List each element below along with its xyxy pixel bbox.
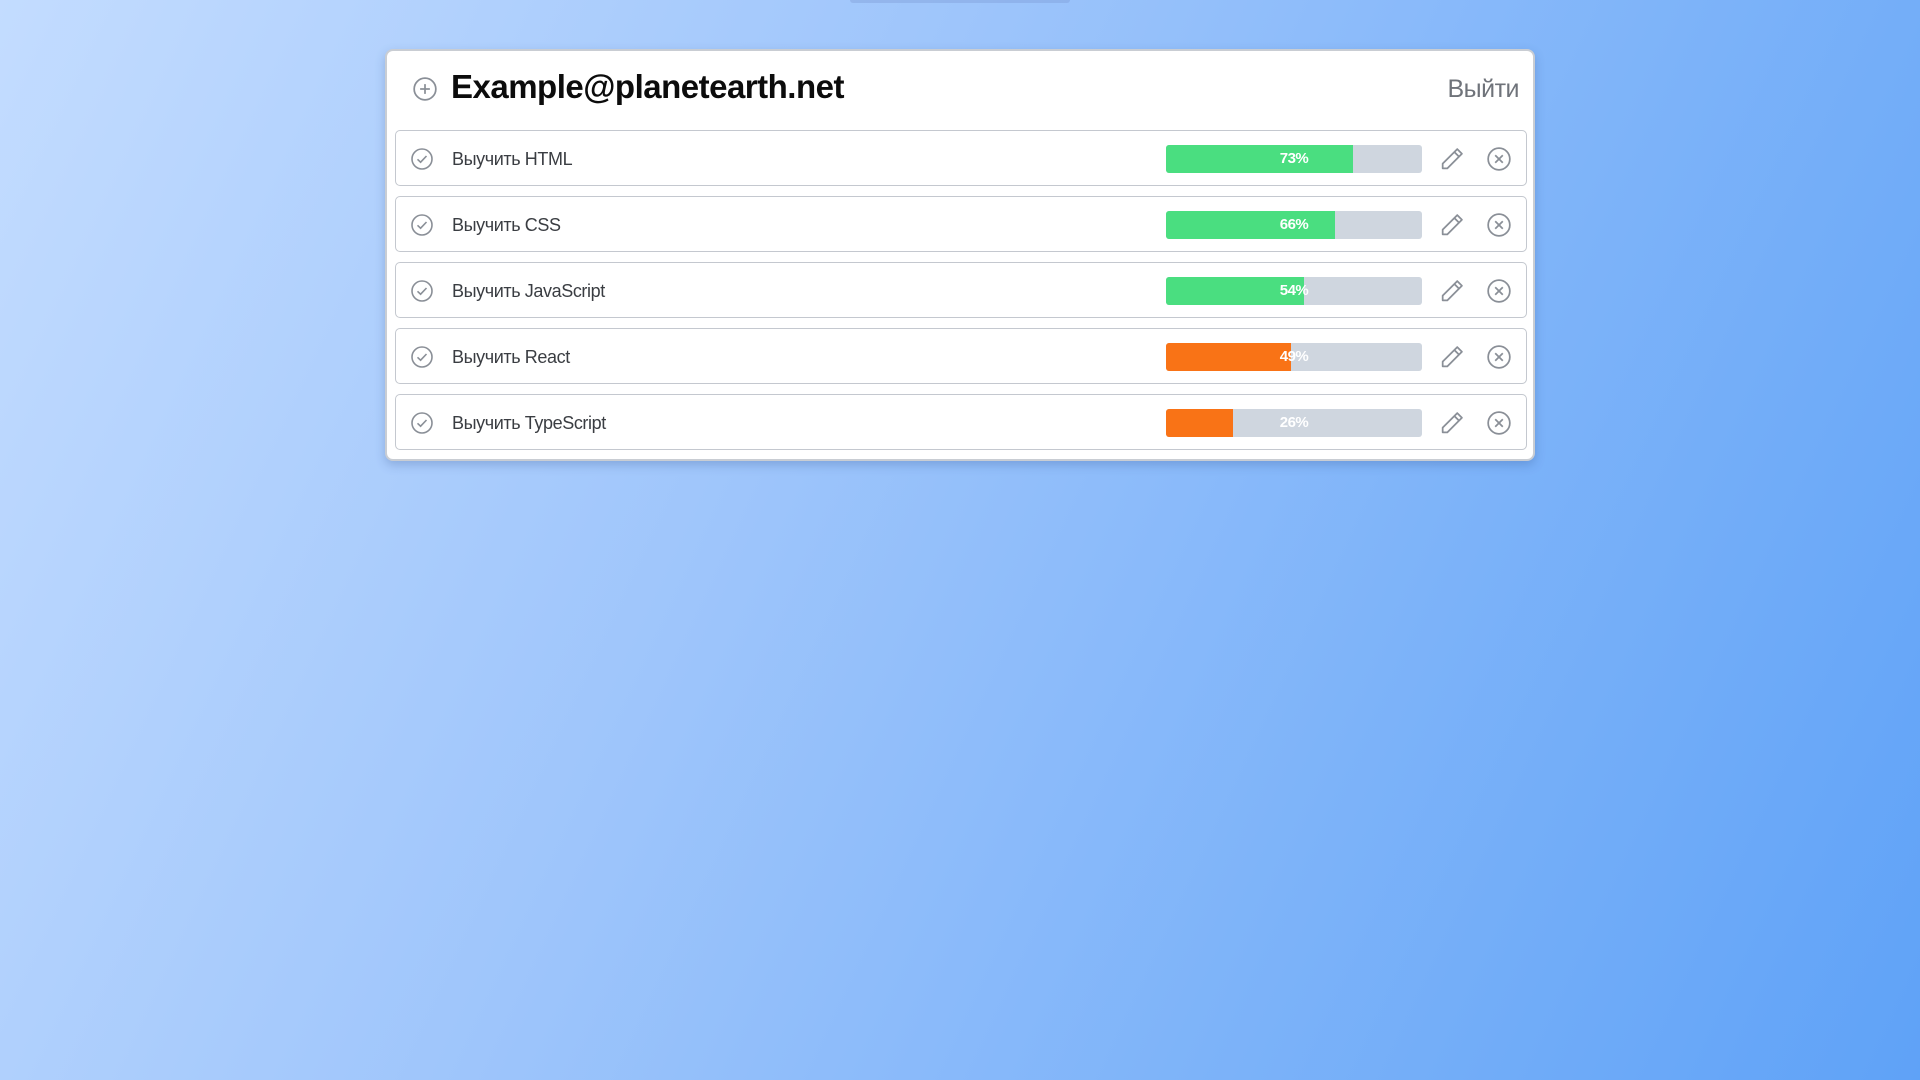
pencil-icon[interactable]	[1438, 211, 1466, 239]
check-circle-icon[interactable]	[410, 147, 434, 171]
task-row: Выучить JavaScript 54%	[395, 262, 1527, 318]
user-email: Example@planetearth.net	[451, 68, 844, 105]
task-label: Выучить CSS	[452, 215, 561, 235]
task-row: Выучить React 49%	[395, 328, 1527, 384]
check-circle-icon[interactable]	[410, 279, 434, 303]
task-row: Выучить HTML 73%	[395, 130, 1527, 186]
progress-bar: 49%	[1166, 343, 1422, 371]
progress-text: 73%	[1279, 150, 1309, 167]
check-circle-icon[interactable]	[410, 411, 434, 435]
pencil-icon[interactable]	[1438, 277, 1466, 305]
task-row: Выучить TypeScript 26%	[395, 394, 1527, 450]
todo-card: Example@planetearth.net Выйти Выучить HT…	[385, 49, 1535, 461]
pencil-icon[interactable]	[1438, 343, 1466, 371]
x-circle-icon[interactable]	[1486, 410, 1512, 436]
x-circle-icon[interactable]	[1486, 212, 1512, 238]
x-circle-icon[interactable]	[1486, 344, 1512, 370]
task-row: Выучить CSS 66%	[395, 196, 1527, 252]
card-header: Example@planetearth.net Выйти	[387, 51, 1533, 129]
progress-text: 66%	[1279, 216, 1309, 233]
x-circle-icon[interactable]	[1486, 146, 1512, 172]
progress-bar: 66%	[1166, 211, 1422, 239]
progress-text: 26%	[1279, 414, 1309, 431]
progress-bar: 54%	[1166, 277, 1422, 305]
logout-button[interactable]: Выйти	[1447, 73, 1519, 105]
x-circle-icon[interactable]	[1486, 278, 1512, 304]
top-decoration	[850, 0, 1070, 3]
check-circle-icon[interactable]	[410, 213, 434, 237]
task-label: Выучить React	[452, 347, 570, 367]
progress-bar: 26%	[1166, 409, 1422, 437]
progress-text: 54%	[1279, 282, 1309, 299]
plus-circle-icon[interactable]	[412, 76, 438, 102]
pencil-icon[interactable]	[1438, 145, 1466, 173]
progress-bar: 73%	[1166, 145, 1422, 173]
task-label: Выучить JavaScript	[452, 281, 605, 301]
task-label: Выучить HTML	[452, 149, 573, 169]
progress-text: 49%	[1279, 348, 1309, 365]
pencil-icon[interactable]	[1438, 409, 1466, 437]
task-label: Выучить TypeScript	[452, 413, 606, 433]
check-circle-icon[interactable]	[410, 345, 434, 369]
